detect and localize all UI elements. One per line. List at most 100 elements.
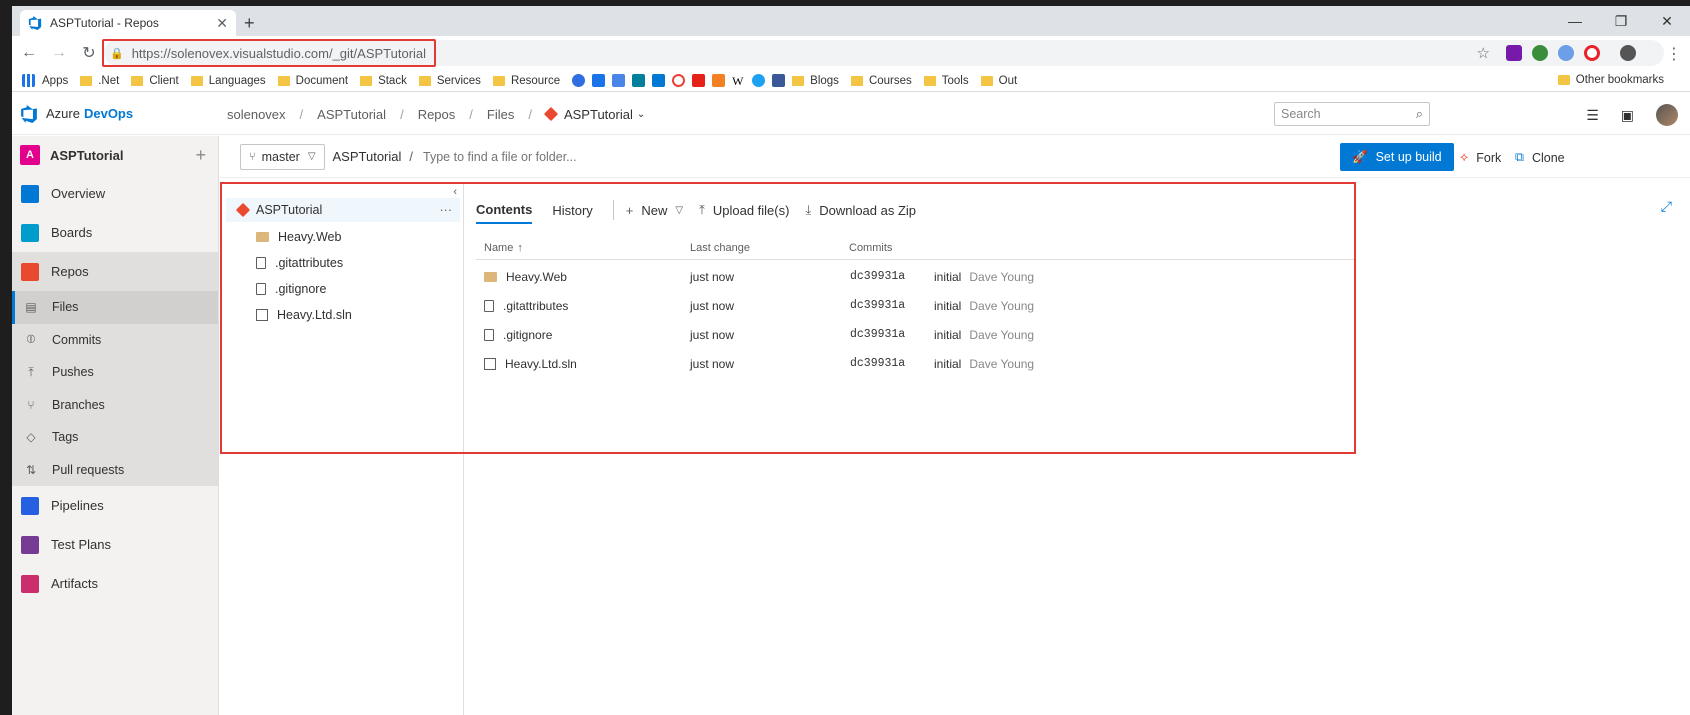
close-window-icon[interactable]: ✕	[1644, 6, 1690, 36]
marketplace-bag-icon[interactable]: ▣	[1621, 107, 1634, 124]
youtube-bookmark-icon[interactable]	[692, 74, 706, 87]
pipelines-icon	[21, 496, 39, 515]
bookmark-folder[interactable]: Languages	[190, 75, 266, 87]
fork-icon: ⟡	[1460, 150, 1469, 164]
sidebar-item-pushes[interactable]: ⤒ Pushes	[12, 356, 218, 389]
path-root[interactable]: ASPTutorial	[333, 149, 402, 164]
search-icon: ⌕	[1415, 106, 1423, 121]
onenote-extension-icon[interactable]	[1506, 45, 1522, 61]
bookmark-folder[interactable]: Tools	[923, 75, 969, 87]
browser-menu-icon[interactable]: ⋮	[1666, 44, 1682, 64]
minimize-icon[interactable]: —	[1552, 6, 1598, 36]
repo-selector[interactable]: ASPTutorial ⌄	[543, 107, 646, 122]
sidebar-item-branches[interactable]: ⑂ Branches	[12, 388, 218, 421]
sidebar-item-pull-requests[interactable]: ⇅ Pull requests	[12, 453, 218, 486]
profile-icon[interactable]	[1620, 45, 1636, 61]
bookmark-folder[interactable]: Client	[131, 75, 179, 87]
highlight-box	[220, 182, 1356, 454]
devops-logo[interactable]: Azure DevOps	[20, 104, 133, 123]
overview-icon	[21, 184, 39, 203]
other-bookmarks[interactable]: Other bookmarks	[1557, 74, 1664, 86]
reload-icon[interactable]: ↻	[76, 43, 102, 63]
new-tab-icon[interactable]: +	[244, 13, 255, 34]
bookmark-folder[interactable]: Out	[980, 75, 1017, 87]
sidebar-item-test-plans[interactable]: Test Plans	[12, 525, 218, 564]
clone-icon: ⧉	[1515, 150, 1524, 164]
push-icon: ⤒	[28, 364, 34, 379]
wikipedia-bookmark-icon[interactable]: W	[732, 74, 746, 88]
folder-icon	[131, 75, 144, 86]
pull-request-icon: ⇅	[25, 462, 37, 477]
facebook-bookmark-icon[interactable]	[772, 74, 786, 87]
twitter-bookmark-icon[interactable]	[752, 74, 766, 87]
globe-extension-icon[interactable]	[1532, 45, 1548, 61]
sidebar-item-tags[interactable]: ◇ Tags	[12, 421, 218, 454]
folder-icon	[80, 75, 93, 86]
sidebar-item-repos[interactable]: Repos	[12, 252, 218, 291]
breadcrumb-repos[interactable]: Repos	[418, 107, 456, 122]
folder-icon	[980, 75, 993, 86]
clone-button[interactable]: ⧉ Clone	[1515, 150, 1565, 165]
restore-icon[interactable]: ❐	[1598, 6, 1644, 36]
breadcrumb-project[interactable]: ASPTutorial	[317, 107, 386, 122]
artifacts-icon	[21, 574, 39, 593]
project-header[interactable]: A ASPTutorial +	[12, 136, 218, 174]
sidebar-item-artifacts[interactable]: Artifacts	[12, 564, 218, 603]
rocket-icon: 🚀	[1352, 149, 1368, 164]
sidebar-item-files[interactable]: ▤ Files	[12, 291, 218, 324]
translate-bookmark-icon[interactable]	[612, 74, 626, 87]
list-icon[interactable]: ☰	[1586, 107, 1599, 124]
lock-icon: 🔒	[110, 47, 124, 60]
url-text: https://solenovex.visualstudio.com/_git/…	[131, 45, 427, 61]
blue-square-bookmark-icon[interactable]	[592, 74, 606, 87]
bookmark-apps[interactable]: Apps	[22, 74, 68, 87]
browser-tab[interactable]: ASPTutorial - Repos ✕	[20, 10, 236, 36]
project-name: ASPTutorial	[50, 147, 124, 163]
bookmark-folder[interactable]: Blogs	[792, 75, 839, 87]
chevron-down-icon: ⌄	[636, 108, 646, 120]
breadcrumb-files[interactable]: Files	[487, 107, 514, 122]
paw-bookmark-icon[interactable]	[572, 74, 586, 87]
address-bar[interactable]: 🔒 https://solenovex.visualstudio.com/_gi…	[102, 39, 1664, 67]
files-icon: ▤	[25, 300, 37, 315]
bing-bookmark-icon[interactable]	[632, 74, 646, 87]
sidebar-item-boards[interactable]: Boards	[12, 213, 218, 252]
avatar[interactable]	[1656, 104, 1678, 126]
expand-icon[interactable]: ⤢	[1661, 198, 1672, 215]
add-icon[interactable]: +	[195, 145, 206, 166]
stackoverflow-bookmark-icon[interactable]	[712, 74, 726, 87]
breadcrumb-org[interactable]: solenovex	[227, 107, 286, 122]
window-controls: — ❐ ✕	[1552, 6, 1690, 36]
test-plans-icon	[21, 535, 39, 554]
bookmark-folder[interactable]: Document	[277, 75, 348, 87]
azure-devops-logo-icon	[20, 104, 38, 123]
folder-icon	[850, 75, 863, 86]
bookmark-folder[interactable]: Resource	[492, 75, 560, 87]
apps-grid-icon	[22, 74, 35, 87]
path-filter-input[interactable]	[423, 149, 724, 164]
setup-build-button[interactable]: 🚀 Set up build	[1340, 143, 1454, 171]
left-sidebar: A ASPTutorial + Overview Boards Repos ▤ …	[12, 136, 219, 715]
project-badge: A	[20, 145, 40, 165]
repos-icon	[21, 262, 39, 281]
sidebar-item-commits[interactable]: ⦶ Commits	[12, 323, 218, 356]
sidebar-item-overview[interactable]: Overview	[12, 174, 218, 213]
opera-extension-icon[interactable]	[1584, 45, 1600, 61]
azure-bookmark-icon[interactable]	[652, 74, 666, 87]
search-input[interactable]: Search ⌕	[1274, 102, 1430, 126]
blue-extension-icon[interactable]	[1558, 45, 1574, 61]
branch-selector[interactable]: ⑂ master ▽	[240, 143, 325, 170]
bookmark-folder[interactable]: Services	[418, 75, 481, 87]
google-bookmark-icon[interactable]	[672, 74, 686, 87]
fork-button[interactable]: ⟡ Fork	[1460, 150, 1501, 165]
forward-icon[interactable]: →	[46, 44, 72, 62]
back-icon[interactable]: ←	[16, 44, 42, 62]
boards-icon	[21, 223, 39, 242]
azure-devops-favicon-icon	[28, 16, 42, 30]
bookmark-star-icon[interactable]: ☆	[1477, 44, 1490, 62]
bookmark-folder[interactable]: Stack	[360, 75, 407, 87]
bookmark-folder[interactable]: .Net	[80, 75, 119, 87]
sidebar-item-pipelines[interactable]: Pipelines	[12, 486, 218, 525]
bookmark-folder[interactable]: Courses	[850, 75, 912, 87]
tab-close-icon[interactable]: ✕	[216, 15, 228, 32]
